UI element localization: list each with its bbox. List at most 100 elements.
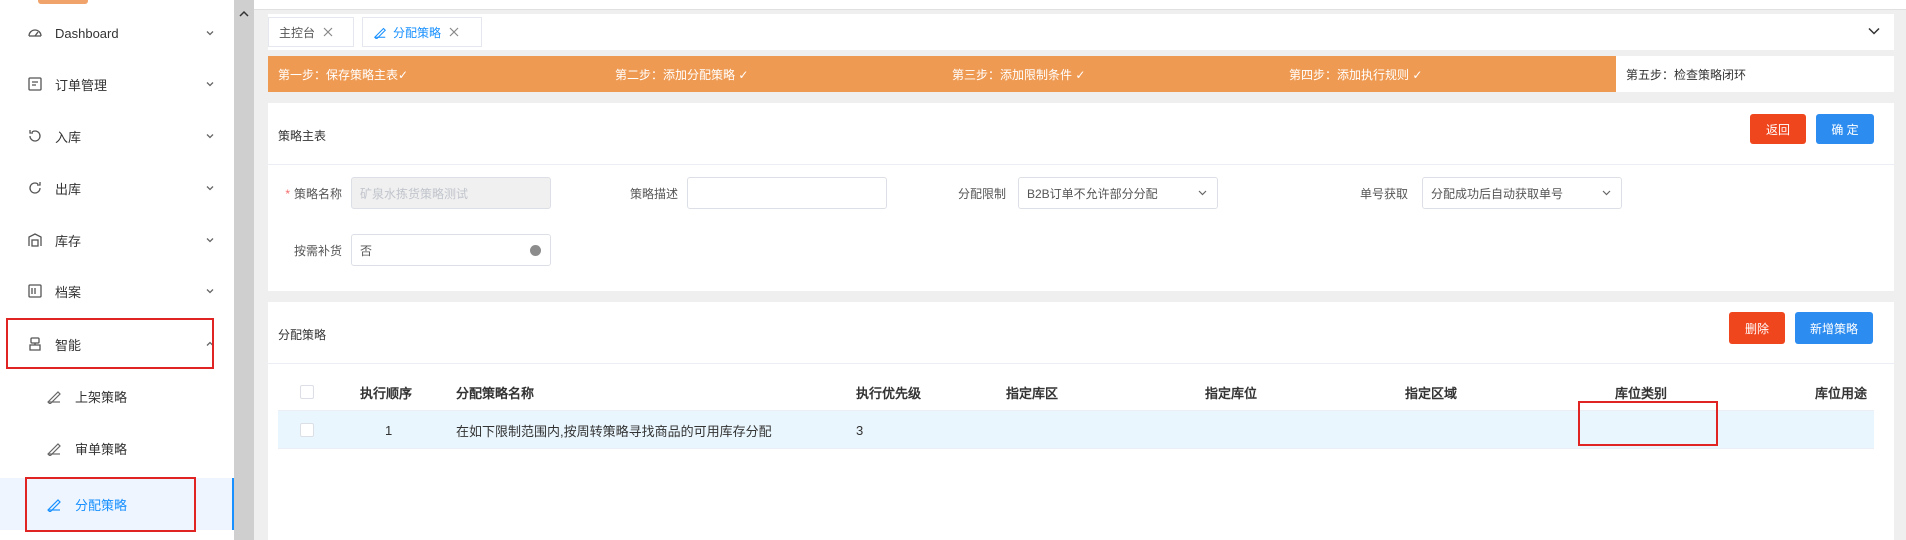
col-header[interactable]: 执行顺序	[360, 373, 412, 411]
main-content: 主控台 分配策略 第一步：保存策略主表✓ 第二步：添加分配策略 ✓ 第三步：添加…	[254, 0, 1906, 540]
strategy-desc-input[interactable]	[687, 177, 887, 209]
strategy-desc-label: 策略描述	[629, 187, 678, 201]
col-header[interactable]: 指定库位	[1205, 373, 1257, 411]
submenu-item-review-strategy[interactable]: 审单策略	[0, 428, 234, 468]
chevron-down-icon	[206, 289, 214, 294]
app-root: Dashboard 订单管理 入库 出库 库存 档案 智能 上架策略 审单策略 …	[0, 0, 1906, 540]
chevron-down-icon	[206, 134, 214, 139]
panel-header: 分配策略 删除 新增策略	[268, 302, 1894, 364]
chevron-down-icon	[1198, 190, 1207, 196]
clear-icon[interactable]	[530, 245, 541, 256]
tab-bar: 主控台 分配策略	[268, 14, 1894, 50]
order-no-label: 单号获取	[1359, 187, 1408, 201]
menu-label: 档案	[55, 284, 82, 300]
strategy-icon	[374, 27, 386, 39]
menu-label: 智能	[55, 337, 82, 353]
submenu-label: 上架策略	[75, 389, 128, 405]
close-icon[interactable]	[449, 27, 459, 37]
panel-title: 策略主表	[278, 129, 327, 143]
inbound-icon	[29, 130, 41, 142]
col-header[interactable]: 分配策略名称	[456, 373, 534, 411]
menu-label: 入库	[55, 129, 82, 145]
col-header[interactable]: 执行优先级	[856, 373, 921, 411]
menu-label: 出库	[55, 181, 82, 197]
menu-item-outbound[interactable]: 出库	[0, 168, 234, 208]
tab-label: 分配策略	[393, 25, 442, 40]
col-header[interactable]: 库位用途	[1815, 373, 1867, 411]
step-progress-bar: 第一步：保存策略主表✓ 第二步：添加分配策略 ✓ 第三步：添加限制条件 ✓ 第四…	[268, 56, 1894, 92]
smart-icon	[29, 337, 41, 351]
replenish-value: 否	[360, 243, 373, 258]
chevron-down-icon	[206, 186, 214, 191]
step-4: 第四步：添加执行规则 ✓	[1289, 67, 1423, 82]
col-header[interactable]: 库位类别	[1615, 373, 1667, 411]
outbound-icon	[29, 182, 41, 194]
select-all-checkbox[interactable]	[300, 385, 314, 399]
row-checkbox[interactable]	[300, 423, 314, 437]
menu-label: Dashboard	[55, 25, 119, 41]
top-strip	[254, 0, 1906, 10]
chevron-down-icon	[206, 82, 214, 87]
alloc-limit-value: B2B订单不允许部分分配	[1027, 186, 1158, 201]
row-select-cell	[300, 411, 314, 449]
menu-item-dashboard[interactable]: Dashboard	[0, 13, 234, 53]
alloc-limit-label: 分配限制	[957, 187, 1006, 201]
step-1: 第一步：保存策略主表✓	[278, 67, 409, 82]
priority-cell: 3	[856, 422, 864, 438]
submenu-label: 分配策略	[75, 497, 128, 513]
delete-button[interactable]: 删除	[1729, 312, 1785, 344]
replenish-label: 按需补货	[293, 244, 342, 258]
exec-order-cell: 1	[385, 422, 393, 438]
archive-icon	[28, 284, 42, 298]
chevron-down-icon[interactable]	[1868, 27, 1880, 35]
inventory-icon	[28, 233, 42, 247]
chevron-down-icon	[206, 31, 214, 36]
chevron-up-icon[interactable]	[239, 10, 249, 18]
select-all-cell	[300, 373, 314, 411]
confirm-button[interactable]: 确 定	[1816, 114, 1874, 144]
strategy-master-panel: 策略主表 返回 确 定 * 策略名称 矿泉水拣货策略测试 策略描述 分配限制 B2…	[268, 103, 1894, 291]
menu-item-inventory[interactable]: 库存	[0, 220, 234, 260]
menu-label: 订单管理	[55, 77, 108, 93]
strategy-name-label: * 策略名称	[285, 187, 342, 201]
step-2: 第二步：添加分配策略 ✓	[615, 67, 749, 82]
tab-dashboard[interactable]: 主控台	[268, 17, 354, 47]
back-button[interactable]: 返回	[1750, 114, 1806, 144]
close-icon[interactable]	[323, 27, 333, 37]
menu-label: 库存	[55, 233, 82, 249]
strategy-icon	[47, 443, 61, 456]
strategy-icon	[47, 391, 61, 404]
submenu-item-allocation-strategy[interactable]: 分配策略	[0, 478, 234, 530]
alloc-strategy-table: 执行顺序 分配策略名称 执行优先级 指定库区 指定库位 指定区域 库位类别 库位…	[278, 373, 1874, 449]
step-5: 第五步：检查策略闭环	[1616, 56, 1894, 92]
chevron-down-icon	[206, 238, 214, 243]
sidebar-scrollbar[interactable]	[234, 0, 254, 540]
add-strategy-button[interactable]: 新增策略	[1795, 312, 1873, 344]
alloc-limit-select[interactable]: B2B订单不允许部分分配	[1018, 177, 1218, 209]
step-3: 第三步：添加限制条件 ✓	[952, 67, 1086, 82]
strategy-icon	[47, 499, 61, 512]
panel-header: 策略主表 返回 确 定	[268, 103, 1894, 165]
col-header[interactable]: 指定区域	[1405, 373, 1457, 411]
table-header: 执行顺序 分配策略名称 执行优先级 指定库区 指定库位 指定区域 库位类别 库位…	[278, 373, 1874, 411]
required-mark: *	[285, 187, 290, 201]
strategy-name-input[interactable]: 矿泉水拣货策略测试	[351, 177, 551, 209]
menu-item-smart[interactable]: 智能	[0, 324, 234, 364]
order-icon	[28, 77, 42, 91]
alloc-strategy-panel: 分配策略 删除 新增策略 执行顺序 分配策略名称 执行优先级 指定库区 指定库位…	[268, 302, 1894, 540]
replenish-select[interactable]: 否	[351, 234, 551, 266]
menu-item-inbound[interactable]: 入库	[0, 116, 234, 156]
order-no-value: 分配成功后自动获取单号	[1431, 186, 1564, 201]
menu-item-archive[interactable]: 档案	[0, 271, 234, 311]
panel-title: 分配策略	[278, 328, 327, 342]
dashboard-icon	[28, 29, 42, 37]
order-no-select[interactable]: 分配成功后自动获取单号	[1422, 177, 1622, 209]
sidebar: Dashboard 订单管理 入库 出库 库存 档案 智能 上架策略 审单策略 …	[0, 0, 234, 540]
submenu-item-putaway-strategy[interactable]: 上架策略	[0, 376, 234, 416]
table-row[interactable]: 1 在如下限制范围内,按周转策略寻找商品的可用库存分配 3	[278, 411, 1874, 449]
tab-allocation-strategy[interactable]: 分配策略	[362, 17, 482, 47]
chevron-up-icon	[206, 341, 214, 346]
col-header[interactable]: 指定库区	[1006, 373, 1058, 411]
tab-label: 主控台	[279, 25, 316, 40]
menu-item-orders[interactable]: 订单管理	[0, 64, 234, 104]
